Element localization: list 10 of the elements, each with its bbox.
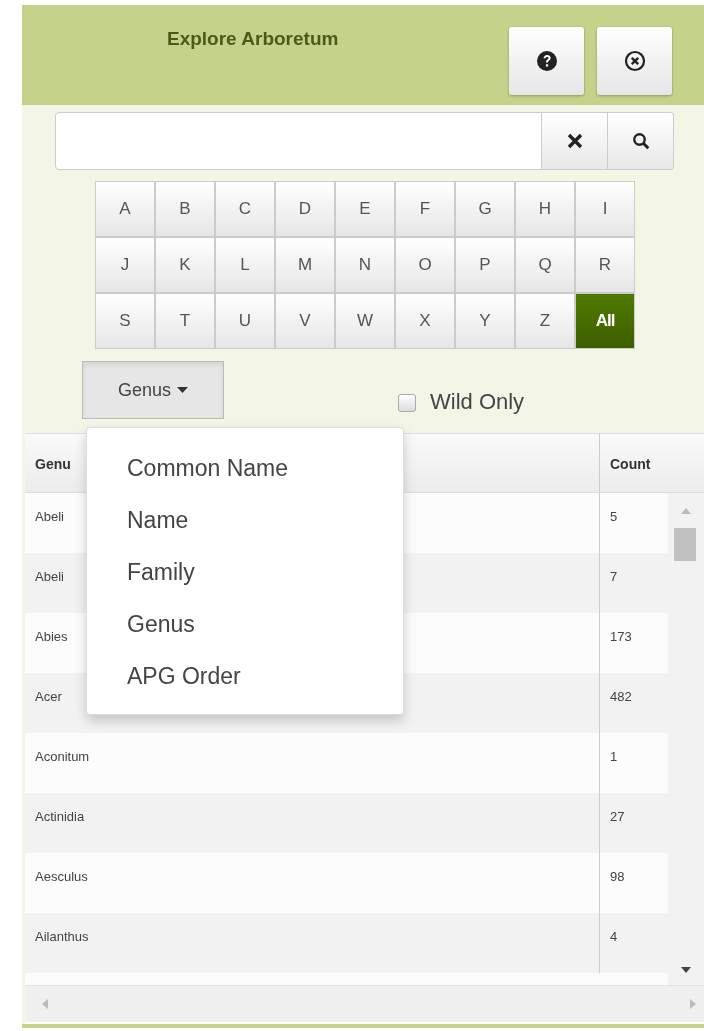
table-cell-text: 7 [609, 568, 619, 586]
table-cell-text: 98 [609, 868, 626, 886]
checkbox-label: Wild Only [430, 389, 525, 415]
table-cell-text: 482 [609, 688, 633, 706]
table-cell-text: 1 [609, 748, 619, 766]
table-cell-text: 27 [609, 808, 626, 826]
table-cell-text: 173 [609, 628, 633, 646]
window-title: Explore Arboretum [167, 28, 340, 50]
table-cell-text: 4 [609, 928, 619, 946]
table-cell-text: 5 [609, 508, 619, 526]
